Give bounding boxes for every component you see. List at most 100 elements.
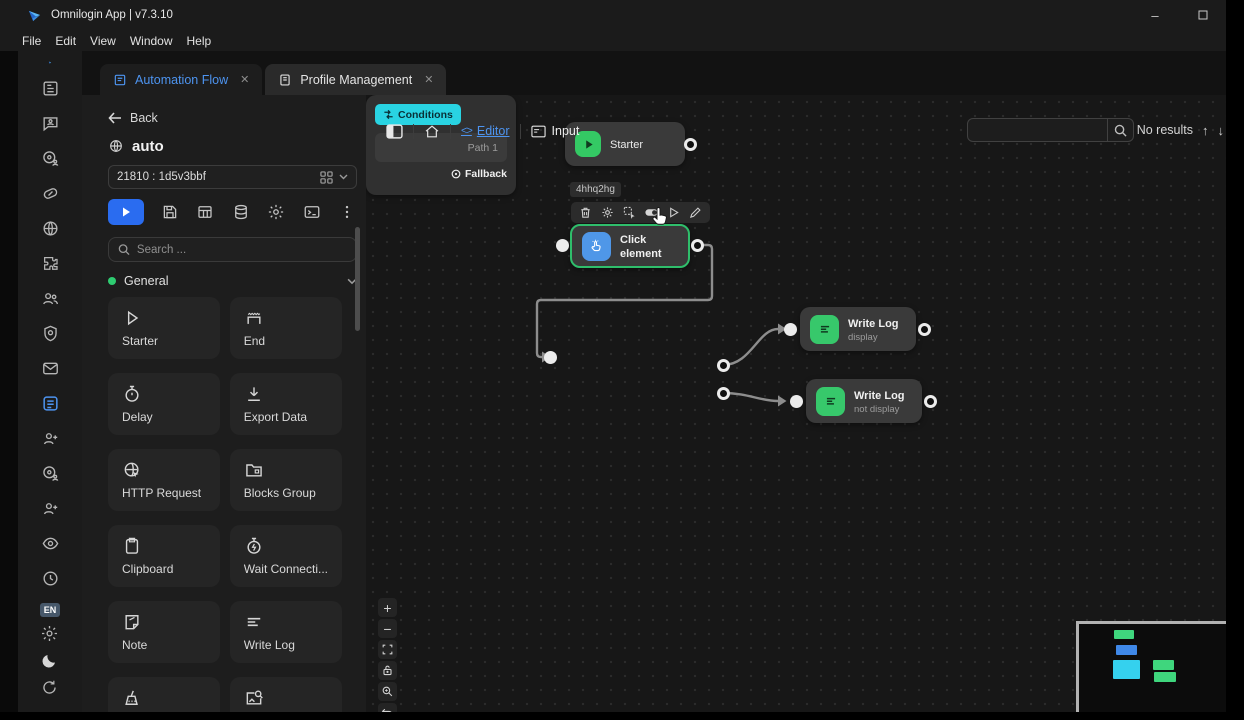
fit-view-icon[interactable]: [378, 640, 397, 659]
block-card-note[interactable]: Note: [108, 601, 220, 663]
select-element-icon[interactable]: [623, 206, 636, 219]
save-icon[interactable]: [160, 202, 180, 222]
next-result-icon[interactable]: ↓: [1218, 123, 1225, 138]
profile-disc-icon[interactable]: [40, 148, 60, 168]
click-input-port[interactable]: [556, 239, 569, 252]
person-add-icon[interactable]: [40, 498, 60, 518]
block-search-input[interactable]: [137, 244, 347, 256]
canvas-toolbar: <>Editor Input: [386, 119, 579, 143]
more-menu-icon[interactable]: [337, 202, 357, 222]
tab-automation-flow[interactable]: Automation Flow ✕: [100, 64, 262, 95]
member-add-icon[interactable]: [40, 428, 60, 448]
node-starter[interactable]: Starter: [565, 122, 685, 166]
section-general[interactable]: General: [108, 273, 357, 289]
starter-output-port[interactable]: [684, 138, 697, 151]
node-write-log-display[interactable]: Write Log display: [800, 307, 916, 351]
edit-icon[interactable]: [689, 206, 702, 219]
maximize-button[interactable]: [1192, 8, 1214, 23]
fallback-output-port[interactable]: [717, 387, 730, 400]
delete-icon[interactable]: [579, 206, 592, 219]
prev-result-icon[interactable]: ↑: [1202, 123, 1209, 138]
block-card-write-log[interactable]: Write Log: [230, 601, 342, 663]
dark-mode-icon[interactable]: [40, 650, 60, 670]
tag-icon[interactable]: [40, 183, 60, 203]
profile-selector[interactable]: 21810 : 1d5v3bbf: [108, 165, 357, 189]
menu-file[interactable]: File: [22, 34, 41, 48]
path1-output-port[interactable]: [717, 359, 730, 372]
menu-help[interactable]: Help: [187, 34, 212, 48]
profile-disc-2-icon[interactable]: [40, 463, 60, 483]
tab-close-icon[interactable]: ✕: [240, 73, 249, 86]
flow-canvas[interactable]: <>Editor Input: [366, 95, 1226, 712]
node-click-element[interactable]: Click element: [570, 224, 690, 268]
node-conditions[interactable]: Conditions Path 1 Fallback: [366, 95, 516, 195]
block-card-starter[interactable]: Starter: [108, 297, 220, 359]
settings-icon[interactable]: [40, 623, 60, 643]
block-card-end[interactable]: End: [230, 297, 342, 359]
zoom-out-button[interactable]: −: [378, 619, 397, 638]
block-label: Delay: [122, 410, 206, 424]
palette-scrollbar[interactable]: [355, 227, 360, 331]
back-button[interactable]: Back: [108, 111, 366, 125]
run-node-icon[interactable]: [667, 206, 680, 219]
panel-toggle-icon[interactable]: [386, 124, 403, 139]
search-icon[interactable]: [1107, 119, 1133, 141]
conditions-input-port[interactable]: [544, 351, 557, 364]
node-label: Starter: [610, 139, 643, 151]
extension-icon[interactable]: [40, 253, 60, 273]
input-view-button[interactable]: Input: [531, 124, 580, 138]
zoom-select-icon[interactable]: [378, 682, 397, 701]
automation-icon[interactable]: [40, 393, 60, 413]
chat-person-icon[interactable]: [40, 113, 60, 133]
tab-profile-management[interactable]: Profile Management ✕: [265, 64, 446, 95]
editor-view-link[interactable]: <>Editor: [461, 124, 510, 138]
block-label: Wait Connecti...: [244, 562, 328, 576]
menu-window[interactable]: Window: [130, 34, 173, 48]
block-card-wait-connection[interactable]: Wait Connecti...: [230, 525, 342, 587]
lock-icon[interactable]: [378, 661, 397, 680]
node-write-log-not-display[interactable]: Write Log not display: [806, 379, 922, 423]
block-card-export-data[interactable]: Export Data: [230, 373, 342, 435]
click-output-port[interactable]: [691, 239, 704, 252]
table-icon[interactable]: [195, 202, 215, 222]
history-icon[interactable]: [40, 568, 60, 588]
search-icon: [118, 243, 130, 256]
broom-icon: [122, 688, 142, 708]
minimize-button[interactable]: –: [1144, 8, 1166, 23]
write-log-not-display-output-port[interactable]: [924, 395, 937, 408]
sync-icon[interactable]: [40, 677, 60, 697]
minimap[interactable]: [1076, 621, 1226, 712]
window-controls: –: [1144, 8, 1216, 23]
write-log-not-display-input-port[interactable]: [790, 395, 803, 408]
block-card-delay[interactable]: Delay: [108, 373, 220, 435]
canvas-search-input[interactable]: [968, 119, 1107, 141]
terminal-icon[interactable]: [302, 202, 322, 222]
undo-icon[interactable]: [378, 703, 397, 712]
block-card-blocks-group[interactable]: Blocks Group: [230, 449, 342, 511]
zoom-in-button[interactable]: +: [378, 598, 397, 617]
write-log-display-output-port[interactable]: [918, 323, 931, 336]
news-icon[interactable]: [40, 78, 60, 98]
mail-icon[interactable]: [40, 358, 60, 378]
language-badge[interactable]: EN: [40, 603, 61, 617]
canvas-search[interactable]: [967, 118, 1134, 142]
gear-icon[interactable]: [266, 202, 286, 222]
home-icon[interactable]: [424, 124, 440, 139]
run-button[interactable]: [108, 199, 144, 225]
eye-icon[interactable]: [40, 533, 60, 553]
fallback-row[interactable]: Fallback: [375, 168, 507, 180]
write-log-display-input-port[interactable]: [784, 323, 797, 336]
block-label: Export Data: [244, 410, 328, 424]
write-log-icon: [810, 315, 839, 344]
menu-view[interactable]: View: [90, 34, 116, 48]
shield-person-icon[interactable]: [40, 323, 60, 343]
menu-edit[interactable]: Edit: [55, 34, 76, 48]
tab-close-icon[interactable]: ✕: [424, 73, 433, 86]
block-search[interactable]: [108, 237, 357, 262]
block-card-http-request[interactable]: HTTP Request: [108, 449, 220, 511]
database-icon[interactable]: [231, 202, 251, 222]
globe-icon[interactable]: [40, 218, 60, 238]
gear-icon[interactable]: [601, 206, 614, 219]
team-icon[interactable]: [40, 288, 60, 308]
block-card-clipboard[interactable]: Clipboard: [108, 525, 220, 587]
